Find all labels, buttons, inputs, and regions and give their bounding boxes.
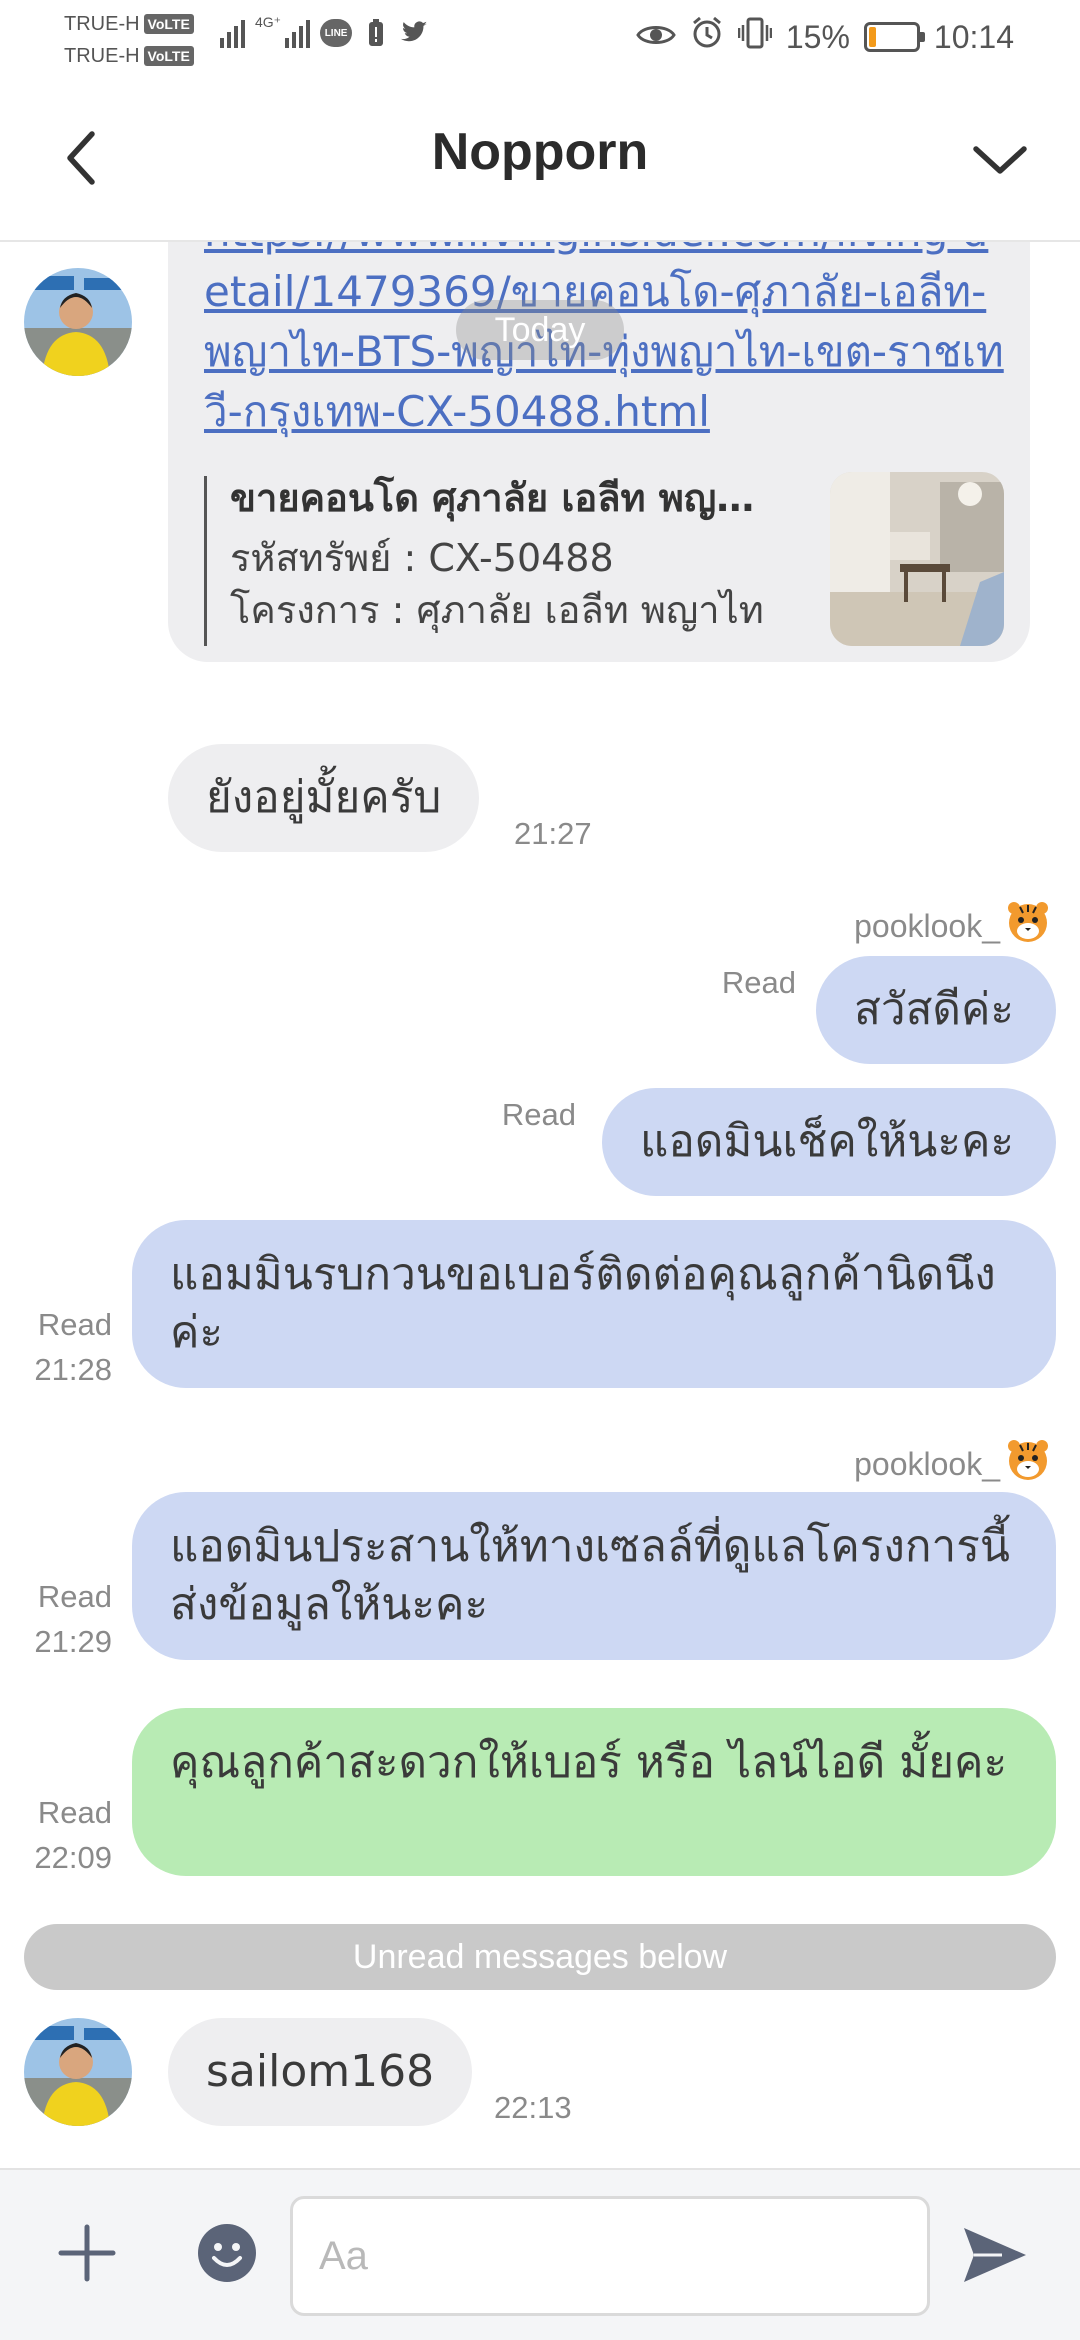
status-bar: TRUE-H VoLTE TRUE-H VoLTE 4G⁺ LINE 15% 10:… bbox=[0, 0, 1080, 78]
sender-label: pooklook_ bbox=[854, 1438, 1050, 1490]
avatar[interactable] bbox=[24, 2018, 132, 2126]
message-text: แอดมินประสานให้ทางเซลล์ที่ดูแลโครงการนี้… bbox=[170, 1521, 1010, 1630]
message-text: ยังอยู่มั้ยครับ bbox=[206, 772, 442, 823]
message-time: 21:27 bbox=[514, 816, 592, 851]
read-status: Read bbox=[501, 1097, 576, 1132]
chevron-down-icon bbox=[973, 146, 1027, 174]
tiger-emoji-icon bbox=[1006, 1438, 1050, 1490]
alarm-icon bbox=[690, 16, 724, 58]
message-text: แอมมินรบกวนขอเบอร์ติดต่อคุณลูกค้านิดนึงค… bbox=[170, 1249, 996, 1358]
avatar[interactable] bbox=[24, 268, 132, 376]
signal-icon bbox=[220, 18, 245, 48]
preview-divider bbox=[204, 476, 207, 646]
message-composer bbox=[0, 2168, 1080, 2340]
chat-area[interactable]: https://www.livinginsider.com/living det… bbox=[0, 242, 1080, 2168]
unread-divider: Unread messages below bbox=[24, 1924, 1056, 1990]
message-time: 21:28 bbox=[34, 1352, 112, 1387]
line-app-icon: LINE bbox=[320, 19, 353, 47]
preview-property-code: รหัสทรัพย์ : CX-50488 bbox=[230, 536, 614, 580]
signal-icon bbox=[285, 18, 311, 48]
preview-project: โครงการ : ศุภาลัย เอลีท พญาไท bbox=[230, 588, 764, 632]
carrier-1: TRUE-H bbox=[64, 13, 140, 35]
message-meta: Read 21:29 bbox=[20, 1574, 112, 1664]
date-divider: Today bbox=[456, 300, 624, 360]
message-text: sailom168 bbox=[206, 2046, 435, 2097]
message-time: 21:29 bbox=[34, 1624, 112, 1659]
emoji-icon bbox=[198, 2224, 256, 2282]
message-time: 22:09 bbox=[34, 1840, 112, 1875]
clock: 10:14 bbox=[933, 18, 1014, 55]
eye-comfort-icon bbox=[636, 19, 676, 56]
outgoing-message[interactable]: แอดมินประสานให้ทางเซลล์ที่ดูแลโครงการนี้… bbox=[132, 1492, 1056, 1660]
sender-name: pooklook_ bbox=[854, 1445, 1000, 1482]
chat-menu-button[interactable] bbox=[960, 120, 1040, 200]
message-time: 22:13 bbox=[494, 2090, 572, 2125]
incoming-message[interactable]: sailom168 bbox=[168, 2018, 473, 2126]
send-icon bbox=[964, 2228, 1026, 2282]
message-input[interactable] bbox=[293, 2199, 927, 2313]
notification-icon bbox=[362, 19, 390, 47]
read-status: Read bbox=[721, 965, 796, 1000]
volte-badge: VoLTE bbox=[143, 14, 194, 34]
message-meta: Read 22:09 bbox=[20, 1790, 112, 1880]
send-button[interactable] bbox=[958, 2218, 1032, 2292]
message-text: แอดมินเช็คให้นะคะ bbox=[640, 1116, 1015, 1167]
battery-icon bbox=[863, 22, 925, 52]
message-meta: Read 21:28 bbox=[20, 1302, 112, 1392]
plus-icon bbox=[58, 2224, 116, 2282]
read-status: Read bbox=[37, 1795, 112, 1830]
carrier-2: TRUE-H bbox=[64, 45, 140, 67]
network-type-label: 4G⁺ bbox=[255, 14, 282, 30]
message-text: สวัสดีค่ะ bbox=[854, 984, 1015, 1035]
preview-title: ขายคอนโด ศุภาลัย เอลีท พญาไท bbox=[230, 476, 770, 520]
link-preview[interactable]: ขายคอนโด ศุภาลัย เอลีท พญาไท รหัสทรัพย์ … bbox=[204, 472, 1004, 650]
read-status: Read bbox=[37, 1579, 112, 1614]
outgoing-message[interactable]: สวัสดีค่ะ bbox=[816, 956, 1056, 1064]
volte-badge: VoLTE bbox=[143, 46, 194, 66]
tiger-emoji-icon bbox=[1006, 900, 1050, 952]
preview-thumbnail bbox=[830, 472, 1004, 646]
page-title: Nopporn bbox=[431, 123, 649, 181]
read-status: Read bbox=[37, 1307, 112, 1342]
emoji-button[interactable] bbox=[196, 2222, 258, 2284]
outgoing-message[interactable]: แอมมินรบกวนขอเบอร์ติดต่อคุณลูกค้านิดนึงค… bbox=[132, 1220, 1056, 1388]
attach-button[interactable] bbox=[52, 2218, 122, 2288]
outgoing-message[interactable]: แอดมินเช็คให้นะคะ bbox=[602, 1088, 1056, 1196]
battery-percent: 15% bbox=[785, 18, 850, 55]
chat-header: Nopporn bbox=[0, 78, 1080, 242]
message-text: คุณลูกค้าสะดวกให้เบอร์ หรือ ไลน์ไอดี มั้… bbox=[170, 1737, 1008, 1788]
carrier-info: TRUE-H VoLTE TRUE-H VoLTE bbox=[64, 8, 194, 72]
twitter-icon bbox=[400, 19, 428, 47]
message-input-box[interactable] bbox=[290, 2196, 930, 2316]
sender-label: pooklook_ bbox=[854, 900, 1050, 952]
incoming-message[interactable]: ยังอยู่มั้ยครับ bbox=[168, 744, 480, 852]
vibrate-icon bbox=[737, 17, 773, 57]
outgoing-message[interactable]: คุณลูกค้าสะดวกให้เบอร์ หรือ ไลน์ไอดี มั้… bbox=[132, 1708, 1056, 1876]
sender-name: pooklook_ bbox=[854, 907, 1000, 944]
